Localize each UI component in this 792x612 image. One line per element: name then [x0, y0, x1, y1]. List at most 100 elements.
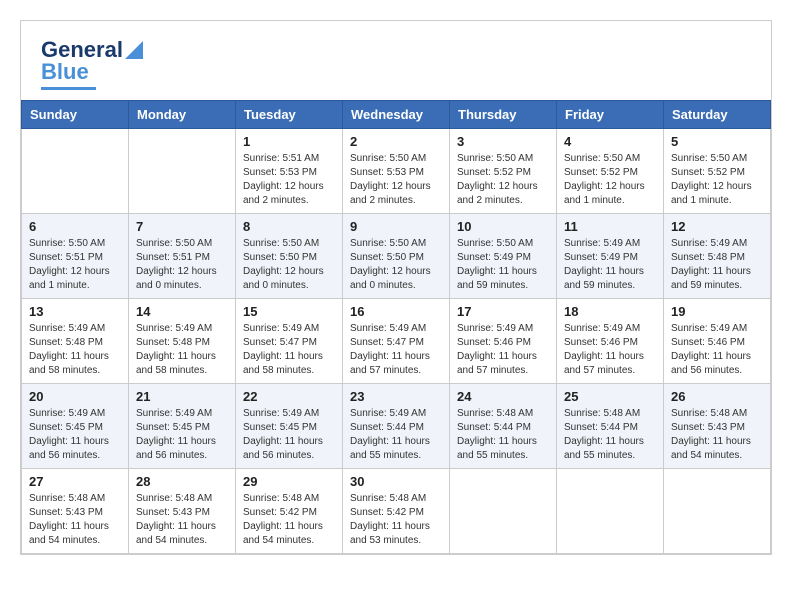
day-number: 25: [564, 389, 656, 404]
calendar-cell: 9Sunrise: 5:50 AM Sunset: 5:50 PM Daylig…: [343, 214, 450, 299]
calendar-cell: 28 Sunrise: 5:48 AM Sunset: 5:43 PM Dayli…: [129, 469, 236, 554]
day-info: Sunrise: 5:49 AM Sunset: 5:44 PM Dayligh…: [350, 407, 442, 463]
day-info: Sunrise: 5:48 AM Sunset: 5:43 PM Dayligh…: [136, 492, 228, 548]
calendar-cell: 1 Sunrise: 5:51 AM Sunset: 5:53 PM Daylig…: [236, 129, 343, 214]
day-info: Sunrise: 5:49 AM Sunset: 5:49 PM Dayligh…: [564, 237, 656, 293]
calendar-cell: [557, 469, 664, 554]
day-number: 8: [243, 219, 335, 234]
day-number: 19: [671, 304, 763, 319]
day-info: Sunrise: 5:49 AM Sunset: 5:48 PM Dayligh…: [136, 322, 228, 378]
day-number: 18: [564, 304, 656, 319]
weekday-wednesday: Wednesday: [343, 101, 450, 129]
logo: General Blue: [41, 37, 143, 90]
weekday-tuesday: Tuesday: [236, 101, 343, 129]
calendar-cell: 29 Sunrise: 5:48 AM Sunset: 5:42 PM Dayli…: [236, 469, 343, 554]
day-info: Sunrise: 5:48 AM Sunset: 5:44 PM Dayligh…: [457, 407, 549, 463]
day-number: 17: [457, 304, 549, 319]
calendar-cell: 22 Sunrise: 5:49 AM Sunset: 5:45 PM Dayli…: [236, 384, 343, 469]
calendar-cell: 10 Sunrise: 5:50 AM Sunset: 5:49 PM Dayli…: [450, 214, 557, 299]
weekday-monday: Monday: [129, 101, 236, 129]
calendar-cell: 26 Sunrise: 5:48 AM Sunset: 5:43 PM Dayli…: [664, 384, 771, 469]
day-info: Sunrise: 5:50 AM Sunset: 5:49 PM Dayligh…: [457, 237, 549, 293]
day-number: 6: [29, 219, 121, 234]
day-number: 5: [671, 134, 763, 149]
weekday-saturday: Saturday: [664, 101, 771, 129]
weekday-friday: Friday: [557, 101, 664, 129]
day-info: Sunrise: 5:48 AM Sunset: 5:43 PM Dayligh…: [29, 492, 121, 548]
day-number: 10: [457, 219, 549, 234]
day-info: Sunrise: 5:50 AM Sunset: 5:53 PM Dayligh…: [350, 152, 442, 208]
calendar-cell: 24 Sunrise: 5:48 AM Sunset: 5:44 PM Dayli…: [450, 384, 557, 469]
day-info: Sunrise: 5:50 AM Sunset: 5:52 PM Dayligh…: [671, 152, 763, 208]
calendar-cell: 16 Sunrise: 5:49 AM Sunset: 5:47 PM Dayli…: [343, 299, 450, 384]
day-info: Sunrise: 5:51 AM Sunset: 5:53 PM Dayligh…: [243, 152, 335, 208]
day-info: Sunrise: 5:49 AM Sunset: 5:47 PM Dayligh…: [243, 322, 335, 378]
calendar-cell: 27Sunrise: 5:48 AM Sunset: 5:43 PM Dayli…: [22, 469, 129, 554]
day-info: Sunrise: 5:50 AM Sunset: 5:52 PM Dayligh…: [457, 152, 549, 208]
day-info: Sunrise: 5:49 AM Sunset: 5:45 PM Dayligh…: [29, 407, 121, 463]
day-number: 21: [136, 389, 228, 404]
week-row-2: 6 Sunrise: 5:50 AM Sunset: 5:51 PM Daylig…: [22, 214, 771, 299]
calendar-cell: 25 Sunrise: 5:48 AM Sunset: 5:44 PM Dayli…: [557, 384, 664, 469]
calendar-cell: 8 Sunrise: 5:50 AM Sunset: 5:50 PM Daylig…: [236, 214, 343, 299]
day-number: 7: [136, 219, 228, 234]
calendar-cell: [450, 469, 557, 554]
calendar-cell: 20 Sunrise: 5:49 AM Sunset: 5:45 PM Dayli…: [22, 384, 129, 469]
day-info: Sunrise: 5:49 AM Sunset: 5:45 PM Dayligh…: [136, 407, 228, 463]
week-row-5: 27Sunrise: 5:48 AM Sunset: 5:43 PM Dayli…: [22, 469, 771, 554]
day-info: Sunrise: 5:50 AM Sunset: 5:50 PM Dayligh…: [350, 237, 442, 293]
calendar-cell: 17Sunrise: 5:49 AM Sunset: 5:46 PM Dayli…: [450, 299, 557, 384]
day-number: 29: [243, 474, 335, 489]
calendar-cell: 30 Sunrise: 5:48 AM Sunset: 5:42 PM Dayli…: [343, 469, 450, 554]
day-number: 22: [243, 389, 335, 404]
day-info: Sunrise: 5:49 AM Sunset: 5:47 PM Dayligh…: [350, 322, 442, 378]
calendar-cell: 23Sunrise: 5:49 AM Sunset: 5:44 PM Dayli…: [343, 384, 450, 469]
day-number: 1: [243, 134, 335, 149]
day-info: Sunrise: 5:49 AM Sunset: 5:46 PM Dayligh…: [564, 322, 656, 378]
logo-blue: Blue: [41, 59, 89, 85]
calendar-cell: 19 Sunrise: 5:49 AM Sunset: 5:46 PM Dayli…: [664, 299, 771, 384]
week-row-3: 13 Sunrise: 5:49 AM Sunset: 5:48 PM Dayli…: [22, 299, 771, 384]
day-info: Sunrise: 5:48 AM Sunset: 5:42 PM Dayligh…: [243, 492, 335, 548]
calendar-container: General Blue SundayMondayTuesdayWednesda…: [20, 20, 772, 555]
day-number: 30: [350, 474, 442, 489]
calendar-cell: 2Sunrise: 5:50 AM Sunset: 5:53 PM Daylig…: [343, 129, 450, 214]
calendar-table: SundayMondayTuesdayWednesdayThursdayFrid…: [21, 100, 771, 554]
logo-icon: [125, 41, 143, 59]
weekday-thursday: Thursday: [450, 101, 557, 129]
weekday-header-row: SundayMondayTuesdayWednesdayThursdayFrid…: [22, 101, 771, 129]
day-number: 15: [243, 304, 335, 319]
calendar-cell: 12Sunrise: 5:49 AM Sunset: 5:48 PM Dayli…: [664, 214, 771, 299]
day-number: 14: [136, 304, 228, 319]
day-info: Sunrise: 5:49 AM Sunset: 5:46 PM Dayligh…: [671, 322, 763, 378]
calendar-cell: [129, 129, 236, 214]
day-number: 4: [564, 134, 656, 149]
weekday-sunday: Sunday: [22, 101, 129, 129]
day-info: Sunrise: 5:49 AM Sunset: 5:48 PM Dayligh…: [29, 322, 121, 378]
day-number: 16: [350, 304, 442, 319]
day-number: 11: [564, 219, 656, 234]
calendar-cell: 15 Sunrise: 5:49 AM Sunset: 5:47 PM Dayli…: [236, 299, 343, 384]
day-info: Sunrise: 5:50 AM Sunset: 5:51 PM Dayligh…: [29, 237, 121, 293]
calendar-cell: 6 Sunrise: 5:50 AM Sunset: 5:51 PM Daylig…: [22, 214, 129, 299]
calendar-cell: 21 Sunrise: 5:49 AM Sunset: 5:45 PM Dayli…: [129, 384, 236, 469]
day-info: Sunrise: 5:48 AM Sunset: 5:42 PM Dayligh…: [350, 492, 442, 548]
day-info: Sunrise: 5:49 AM Sunset: 5:45 PM Dayligh…: [243, 407, 335, 463]
day-number: 28: [136, 474, 228, 489]
day-number: 13: [29, 304, 121, 319]
day-info: Sunrise: 5:48 AM Sunset: 5:43 PM Dayligh…: [671, 407, 763, 463]
calendar-cell: 7 Sunrise: 5:50 AM Sunset: 5:51 PM Daylig…: [129, 214, 236, 299]
calendar-cell: 14 Sunrise: 5:49 AM Sunset: 5:48 PM Dayli…: [129, 299, 236, 384]
day-number: 3: [457, 134, 549, 149]
week-row-4: 20 Sunrise: 5:49 AM Sunset: 5:45 PM Dayli…: [22, 384, 771, 469]
day-info: Sunrise: 5:48 AM Sunset: 5:44 PM Dayligh…: [564, 407, 656, 463]
day-number: 26: [671, 389, 763, 404]
calendar-cell: 3 Sunrise: 5:50 AM Sunset: 5:52 PM Daylig…: [450, 129, 557, 214]
day-number: 20: [29, 389, 121, 404]
day-info: Sunrise: 5:50 AM Sunset: 5:51 PM Dayligh…: [136, 237, 228, 293]
calendar-cell: 4Sunrise: 5:50 AM Sunset: 5:52 PM Daylig…: [557, 129, 664, 214]
day-number: 24: [457, 389, 549, 404]
header: General Blue: [21, 21, 771, 100]
day-info: Sunrise: 5:50 AM Sunset: 5:50 PM Dayligh…: [243, 237, 335, 293]
week-row-1: 1 Sunrise: 5:51 AM Sunset: 5:53 PM Daylig…: [22, 129, 771, 214]
